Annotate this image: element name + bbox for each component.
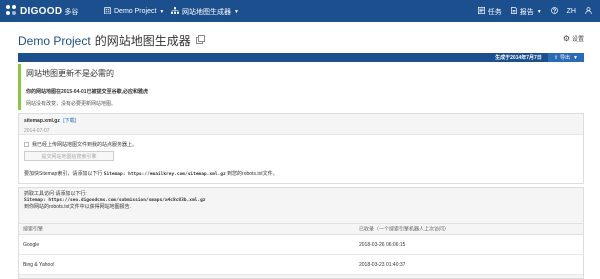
- submit-sitemap-button[interactable]: 提交网站地图给搜索引擎: [24, 151, 114, 161]
- logo-mark-icon: [6, 5, 18, 17]
- table-header: 搜索引擎 已收录（一个搜索引擎机器人上次访问）: [19, 223, 583, 235]
- report-icon: [510, 7, 517, 16]
- sitemap-file-name: sitemap.xml.gz [下载]: [24, 117, 578, 124]
- file-name-text: sitemap.xml.gz: [24, 118, 60, 124]
- upload-confirm-row[interactable]: 我已经上传网站地图文件到我的站点服务器上。: [24, 141, 137, 148]
- chevron-down-icon: ▼: [234, 8, 239, 15]
- tasks-menu[interactable]: 任务: [477, 7, 502, 17]
- file-date: 2014-07-07: [24, 128, 50, 134]
- upload-confirm-checkbox[interactable]: [24, 142, 29, 147]
- chevron-down-icon: ▼: [536, 8, 542, 15]
- user-menu[interactable]: [585, 7, 592, 16]
- tasks-icon: [477, 7, 485, 16]
- column-header-indexed: 已收录（一个搜索引擎机器人上次访问）: [359, 226, 450, 233]
- settings-button[interactable]: ⚙ 设置: [563, 34, 584, 43]
- crawler-access-panel: 抓取工具访问 请添加以下行: Sitemap: https://seo.digo…: [18, 187, 584, 279]
- sitemap-icon: [171, 7, 179, 16]
- help-button[interactable]: [550, 7, 558, 16]
- indexed-time: 2018-03-26 06:06:15: [359, 241, 406, 248]
- reports-label: 报告: [519, 8, 534, 16]
- settings-label: 设置: [571, 37, 584, 43]
- alert-note: 网站没有改变，没有必要更新网站地图。: [26, 101, 117, 107]
- sitemap-file-panel: sitemap.xml.gz [下载] 2014-07-07 我已经上传网站地图…: [18, 113, 584, 184]
- help-icon: [550, 7, 558, 16]
- status-alert: 网站地图更新不是必需的 你的网站地图在2015-04-01已被提交至谷歌,必应和…: [18, 64, 584, 110]
- language-switch[interactable]: ZH: [567, 8, 576, 15]
- tool-menu-label: 网站地图生成器: [182, 8, 231, 16]
- search-engine-table: 搜索引擎 已收录（一个搜索引擎机器人上次访问） Google 2018-03-2…: [19, 223, 583, 275]
- page-title-project: Demo Project: [18, 33, 91, 48]
- project-menu-label: Demo Project: [114, 8, 157, 15]
- logo[interactable]: DIGOOD 多谷: [6, 5, 78, 17]
- export-button[interactable]: ⇪ 导出 ▼: [547, 53, 584, 62]
- logo-text: DIGOOD: [20, 5, 63, 17]
- tool-menu[interactable]: 网站地图生成器 ▼: [171, 6, 239, 17]
- export-icon: ⇪: [553, 54, 559, 61]
- user-icon: [585, 7, 592, 16]
- instruction-code: Sitemap: https://emailkrey.com/sitemap.x…: [103, 172, 226, 177]
- upload-confirm-label: 我已经上传网站地图文件到我的站点服务器上。: [32, 142, 138, 148]
- page-title-suffix: 的网站地图生成器: [94, 34, 191, 48]
- logo-subtext: 多谷: [64, 8, 79, 16]
- column-header-engine: 搜索引擎: [23, 226, 44, 233]
- page-title: Demo Project 的网站地图生成器: [18, 32, 584, 49]
- export-label: 导出: [560, 55, 571, 61]
- instruction-prefix: 要加快Sitemap索引，请添加以下行: [24, 171, 103, 177]
- instruction-suffix: 到您的robots.txt文件。: [227, 171, 278, 177]
- table-row: Bing & Yahoo! 2018-03-23 01:40:37: [19, 255, 583, 275]
- top-navbar: DIGOOD 多谷 Demo Project ▼ 网站地图生成器 ▼ 任务 报告…: [0, 0, 600, 22]
- chevron-down-icon: ▼: [159, 8, 165, 15]
- chevron-down-icon: ▼: [573, 54, 578, 61]
- copy-icon[interactable]: [195, 35, 205, 44]
- status-bar: 生成于2014年7月7日 ⇪ 导出 ▼: [18, 53, 584, 62]
- project-menu[interactable]: Demo Project ▼: [104, 6, 164, 17]
- generated-date: 生成于2014年7月7日: [495, 55, 542, 61]
- tasks-label: 任务: [487, 8, 502, 16]
- reports-menu[interactable]: 报告 ▼: [510, 7, 542, 17]
- crawler-line-3: 到你网站的robots.txt文件中以获得网站地图报告.: [24, 204, 131, 210]
- download-link[interactable]: [下载]: [63, 118, 76, 124]
- robots-instruction: 要加快Sitemap索引，请添加以下行 Sitemap: https://ema…: [24, 170, 278, 177]
- gear-icon: ⚙: [562, 34, 570, 43]
- alert-submission-info: 你的网站地图在2015-04-01已被提交至谷歌,必应和雅虎: [26, 89, 148, 95]
- engine-name: Bing & Yahoo!: [23, 261, 55, 268]
- indexed-time: 2018-03-23 01:40:37: [359, 261, 406, 268]
- alert-title: 网站地图更新不是必需的: [26, 69, 114, 78]
- table-row: Google 2018-03-26 06:06:15: [19, 235, 583, 255]
- building-icon: [104, 7, 111, 16]
- language-label: ZH: [566, 8, 576, 15]
- engine-name: Google: [23, 241, 40, 248]
